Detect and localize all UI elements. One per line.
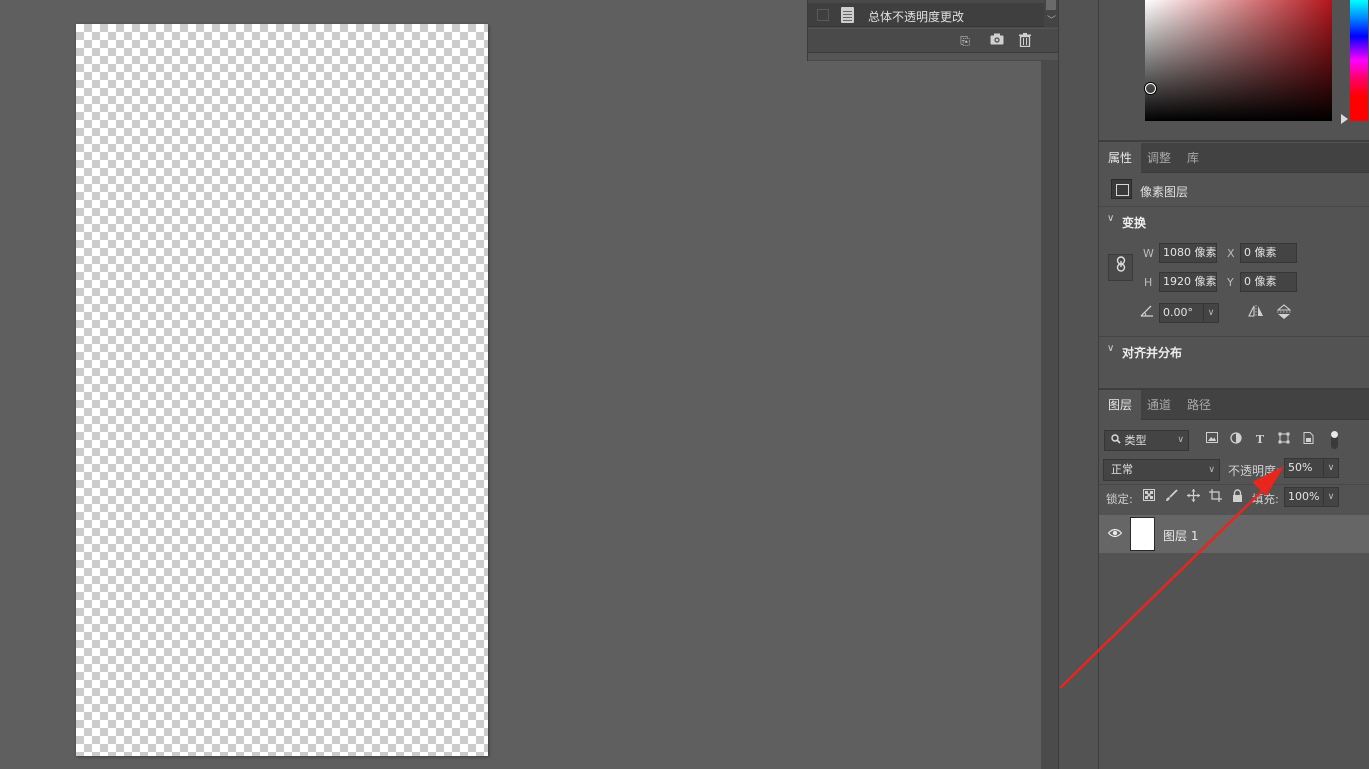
chevron-down-icon[interactable]: ∨ (1323, 458, 1339, 478)
angle-icon (1140, 305, 1154, 320)
color-picker-panel (1099, 0, 1369, 142)
layer-name[interactable]: 图层 1 (1163, 527, 1198, 544)
chevron-down-icon: ∨ (1208, 465, 1215, 475)
flip-horizontal-icon[interactable] (1248, 305, 1264, 320)
transform-title: 变换 (1122, 216, 1147, 230)
right-panel: 属性 调整 库 像素图层 ∨ 变换 W 1080 像素 X 0 像素 H 192… (1099, 0, 1369, 769)
chevron-down-icon[interactable]: ∨ (1323, 487, 1339, 507)
saturation-brightness-field[interactable] (1145, 0, 1332, 121)
width-field[interactable]: 1080 像素 (1159, 243, 1217, 263)
tab-libraries[interactable]: 库 (1178, 143, 1208, 173)
x-label: X (1227, 247, 1235, 260)
adjustment-filter-icon[interactable] (1228, 432, 1244, 448)
transform-section-header[interactable]: ∨ 变换 (1099, 208, 1369, 234)
y-position-field[interactable]: 0 像素 (1240, 272, 1297, 292)
shape-filter-icon[interactable] (1276, 432, 1292, 448)
tab-properties[interactable]: 属性 (1099, 143, 1142, 173)
tab-adjustments[interactable]: 调整 (1138, 143, 1180, 173)
type-filter-icon[interactable]: T (1252, 432, 1268, 448)
collapsed-panel-dock (1058, 0, 1099, 769)
layer-thumbnail[interactable] (1130, 517, 1155, 551)
chevron-down-icon: ∨ (1177, 435, 1184, 445)
blend-mode-value: 正常 (1111, 463, 1133, 476)
flip-vertical-icon[interactable] (1276, 304, 1292, 323)
x-position-field[interactable]: 0 像素 (1240, 243, 1297, 263)
history-item[interactable]: 总体不透明度更改 (808, 3, 1044, 27)
layers-tabbar: 图层 通道 路径 (1099, 390, 1369, 420)
fill-field[interactable]: 100% (1284, 487, 1324, 507)
width-label: W (1143, 247, 1154, 260)
hue-slider-marker[interactable] (1341, 114, 1348, 124)
document-icon (841, 7, 854, 23)
image-filter-icon[interactable] (1204, 432, 1220, 448)
properties-tabbar: 属性 调整 库 (1099, 143, 1369, 173)
history-scrollbar[interactable]: ﹀ (1044, 0, 1058, 27)
lock-artboard-icon[interactable] (1209, 489, 1222, 505)
trash-icon[interactable] (1017, 33, 1033, 49)
lock-position-move-icon[interactable] (1187, 489, 1200, 505)
layer-filter-toggle[interactable] (1331, 431, 1338, 449)
history-toolbar: ⎘ (808, 28, 1058, 52)
opacity-label: 不透明度: (1228, 464, 1281, 478)
tab-channels[interactable]: 通道 (1138, 390, 1180, 420)
layer-type-label: 像素图层 (1140, 185, 1189, 199)
section-divider (1099, 336, 1369, 337)
hue-slider[interactable] (1350, 0, 1368, 121)
history-snapshot-checkbox[interactable] (817, 9, 829, 21)
blend-mode-select[interactable]: 正常 ∨ (1103, 459, 1220, 481)
document-canvas[interactable] (76, 24, 488, 756)
history-panel: 总体不透明度更改 ﹀ ⎘ (807, 0, 1058, 61)
layer-filter-value: 类型 (1124, 434, 1147, 447)
chevron-down-icon[interactable]: ∨ (1107, 343, 1114, 354)
align-title: 对齐并分布 (1122, 346, 1183, 360)
history-item-label: 总体不透明度更改 (868, 10, 965, 24)
fill-label: 填充: (1252, 492, 1279, 506)
eye-visibility-icon[interactable] (1107, 528, 1123, 538)
layer-row[interactable]: 图层 1 (1099, 515, 1369, 553)
layer-type-row: 像素图层 (1099, 173, 1369, 207)
snapshot-camera-icon[interactable] (989, 33, 1005, 49)
tab-layers[interactable]: 图层 (1099, 390, 1142, 420)
lock-all-icon[interactable] (1232, 489, 1243, 505)
align-section-header[interactable]: ∨ 对齐并分布 (1099, 338, 1369, 364)
opacity-field[interactable]: 50% (1284, 458, 1324, 478)
link-chain-icon[interactable] (1108, 254, 1133, 281)
height-field[interactable]: 1920 像素 (1159, 272, 1217, 292)
tab-paths[interactable]: 路径 (1178, 390, 1220, 420)
pixel-layer-icon (1111, 179, 1132, 199)
history-scroll-thumb[interactable] (1046, 0, 1056, 10)
search-icon (1111, 434, 1125, 447)
layer-filter-select[interactable]: 类型 ∨ (1104, 430, 1189, 451)
canvas-workspace[interactable] (0, 0, 1041, 769)
chevron-down-icon[interactable]: ∨ (1203, 303, 1219, 323)
y-label: Y (1227, 276, 1234, 289)
lock-label: 锁定: (1106, 492, 1133, 506)
lock-transparent-pixels-icon[interactable] (1143, 489, 1155, 504)
panel-resize-handle[interactable] (808, 52, 1058, 60)
layers-list-empty-area[interactable] (1099, 553, 1369, 769)
height-label: H (1144, 276, 1153, 289)
lock-image-pixels-brush-icon[interactable] (1165, 489, 1178, 505)
divider (1099, 484, 1369, 485)
rotation-angle-field[interactable]: 0.00° (1159, 303, 1204, 323)
chevron-down-icon[interactable]: ∨ (1107, 213, 1114, 224)
chevron-down-icon[interactable]: ﹀ (1047, 13, 1056, 26)
new-document-from-state-icon[interactable]: ⎘ (957, 33, 973, 49)
smart-object-filter-icon[interactable] (1300, 432, 1316, 448)
color-picker-cursor[interactable] (1145, 83, 1156, 94)
canvas-vertical-scrollbar[interactable] (1041, 61, 1058, 769)
